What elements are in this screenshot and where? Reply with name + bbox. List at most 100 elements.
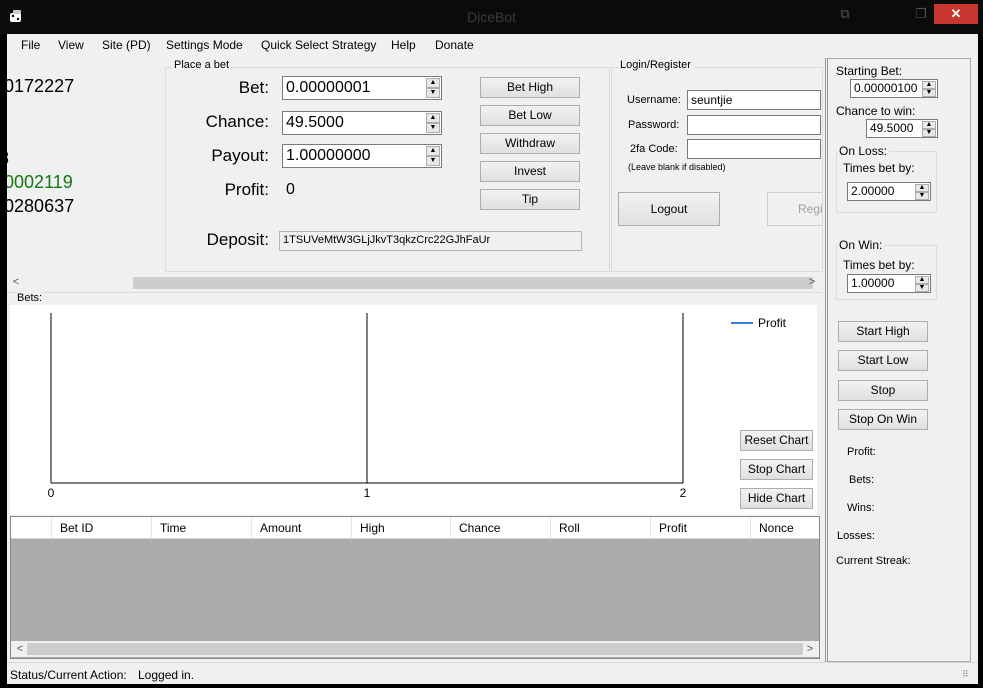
column-header-high[interactable]: High <box>352 517 451 539</box>
column-header-chance[interactable]: Chance <box>451 517 551 539</box>
column-header-roll[interactable]: Roll <box>551 517 651 539</box>
payout-input[interactable]: 1.00000000 ▲ ▼ <box>282 144 442 168</box>
bets-label: Bets: <box>16 292 44 304</box>
menu-quick-select-strategy[interactable]: Quick Select Strategy <box>261 38 376 52</box>
logout-button[interactable]: Logout <box>618 192 720 226</box>
start-high-button[interactable]: Start High <box>838 321 928 342</box>
loss-multiplier-input[interactable]: 2.00000 ▲ ▼ <box>847 182 931 201</box>
spin-up-icon[interactable]: ▲ <box>922 81 936 89</box>
bet-low-button[interactable]: Bet Low <box>480 105 580 126</box>
maximize-button[interactable]: ❐ <box>908 4 934 24</box>
minimize-button[interactable]: ⧉ <box>832 4 858 24</box>
starting-bet-input[interactable]: 0.00000100 ▲ ▼ <box>850 79 938 98</box>
scroll-left-icon[interactable]: < <box>13 641 27 657</box>
password-field[interactable] <box>687 115 821 135</box>
stats-panel: 0.00172227 46 62 208 0.00002119 0.002806… <box>7 60 167 270</box>
spin-down-icon[interactable]: ▼ <box>922 129 936 137</box>
spin-down-icon[interactable]: ▼ <box>915 284 929 292</box>
menu-donate[interactable]: Donate <box>435 38 474 52</box>
chance-to-win-label: Chance to win: <box>836 104 916 118</box>
chance-to-win-value: 49.5000 <box>870 121 914 135</box>
spin-up-icon[interactable]: ▲ <box>915 184 929 192</box>
tip-button[interactable]: Tip <box>480 189 580 210</box>
loss-multiplier-value: 2.00000 <box>851 184 895 198</box>
column-header-amount[interactable]: Amount <box>252 517 352 539</box>
status-bar: Status/Current Action: Logged in. ⠿ <box>7 662 978 684</box>
payout-value: 1.00000000 <box>286 147 371 164</box>
deposit-address-field[interactable]: 1TSUVeMtW3GLjJkvT3qkzCrc22GJhFaUr <box>279 231 582 251</box>
scroll-right-icon[interactable]: > <box>805 274 819 290</box>
spin-down-icon[interactable]: ▼ <box>922 89 936 97</box>
resize-grip-icon[interactable]: ⠿ <box>962 669 969 680</box>
stat-wagered: 0.00280637 <box>7 196 75 216</box>
table-header: Bet ID Time Amount High Chance Roll Prof… <box>11 517 819 539</box>
chance-value: 49.5000 <box>286 114 344 131</box>
legend-label: Profit <box>758 316 787 330</box>
column-header-bet-id[interactable]: Bet ID <box>52 517 152 539</box>
strategy-panel: Starting Bet: 0.00000100 ▲ ▼ Chance to wi… <box>825 58 971 662</box>
spin-up-icon[interactable]: ▲ <box>426 113 440 123</box>
strategy-losses-label: Losses: <box>837 530 875 542</box>
place-bet-label: Place a bet <box>172 59 232 71</box>
spin-down-icon[interactable]: ▼ <box>426 156 440 166</box>
profit-chart-svg: 0 1 2 Profit <box>48 313 787 500</box>
register-button-clip: Register <box>767 192 822 226</box>
hide-chart-button[interactable]: Hide Chart <box>740 488 813 509</box>
x-tick-label: 0 <box>48 486 55 500</box>
title-bar: DiceBot ⧉ ❐ ✕ <box>0 0 983 34</box>
table-horizontal-scrollbar[interactable]: < > <box>11 641 819 657</box>
spin-down-icon[interactable]: ▼ <box>426 123 440 133</box>
bet-high-button[interactable]: Bet High <box>480 77 580 98</box>
bet-label: Bet: <box>238 78 269 97</box>
scroll-right-icon[interactable]: > <box>803 641 817 657</box>
spin-up-icon[interactable]: ▲ <box>426 78 440 88</box>
username-field[interactable]: seuntjie <box>687 90 821 110</box>
start-low-button[interactable]: Start Low <box>838 350 928 371</box>
menu-file[interactable]: File <box>21 38 40 52</box>
invest-button[interactable]: Invest <box>480 161 580 182</box>
strategy-wins-label: Wins: <box>847 502 875 514</box>
register-button[interactable]: Register <box>767 192 822 226</box>
menu-view[interactable]: View <box>58 38 84 52</box>
profit-label: Profit: <box>224 180 269 199</box>
chance-to-win-input[interactable]: 49.5000 ▲ ▼ <box>866 119 938 138</box>
reset-chart-button[interactable]: Reset Chart <box>740 430 813 451</box>
menu-settings-mode[interactable]: Settings Mode <box>166 38 243 52</box>
bets-divider <box>7 292 822 293</box>
scroll-thumb[interactable] <box>133 277 813 289</box>
twofa-field[interactable] <box>687 139 821 159</box>
main-window: File View Site (PD) Settings Mode Quick … <box>7 34 978 684</box>
spin-up-icon[interactable]: ▲ <box>922 121 936 129</box>
strategy-profit-label: Profit: <box>847 446 876 458</box>
column-header-nonce[interactable]: Nonce <box>751 517 819 539</box>
top-horizontal-scrollbar[interactable]: < > <box>7 274 819 290</box>
close-button[interactable]: ✕ <box>934 4 978 24</box>
spin-up-icon[interactable]: ▲ <box>426 146 440 156</box>
on-loss-label: On Loss: <box>837 144 890 158</box>
column-header-select[interactable] <box>11 517 52 539</box>
current-streak-label: Current Streak: <box>836 555 911 567</box>
stop-chart-button[interactable]: Stop Chart <box>740 459 813 480</box>
menu-site[interactable]: Site (PD) <box>102 38 151 52</box>
column-header-time[interactable]: Time <box>152 517 252 539</box>
bet-amount-value: 0.00000001 <box>286 79 371 96</box>
chance-label: Chance: <box>205 112 269 131</box>
spin-down-icon[interactable]: ▼ <box>915 192 929 200</box>
withdraw-button[interactable]: Withdraw <box>480 133 580 154</box>
stop-button[interactable]: Stop <box>838 380 928 401</box>
x-tick-label: 2 <box>680 486 687 500</box>
spin-up-icon[interactable]: ▲ <box>915 276 929 284</box>
table-scroll-thumb[interactable] <box>27 643 803 655</box>
column-header-profit[interactable]: Profit <box>651 517 751 539</box>
deposit-label: Deposit: <box>206 230 269 249</box>
scroll-left-icon[interactable]: < <box>9 274 23 290</box>
chance-input[interactable]: 49.5000 ▲ ▼ <box>282 111 442 135</box>
loss-times-label: Times bet by: <box>843 161 915 175</box>
menu-help[interactable]: Help <box>391 38 416 52</box>
twofa-label: 2fa Code: <box>630 143 678 155</box>
spin-down-icon[interactable]: ▼ <box>426 88 440 98</box>
win-multiplier-input[interactable]: 1.00000 ▲ ▼ <box>847 274 931 293</box>
bet-amount-input[interactable]: 0.00000001 ▲ ▼ <box>282 76 442 100</box>
username-label: Username: <box>627 94 681 106</box>
stop-on-win-button[interactable]: Stop On Win <box>838 409 928 430</box>
